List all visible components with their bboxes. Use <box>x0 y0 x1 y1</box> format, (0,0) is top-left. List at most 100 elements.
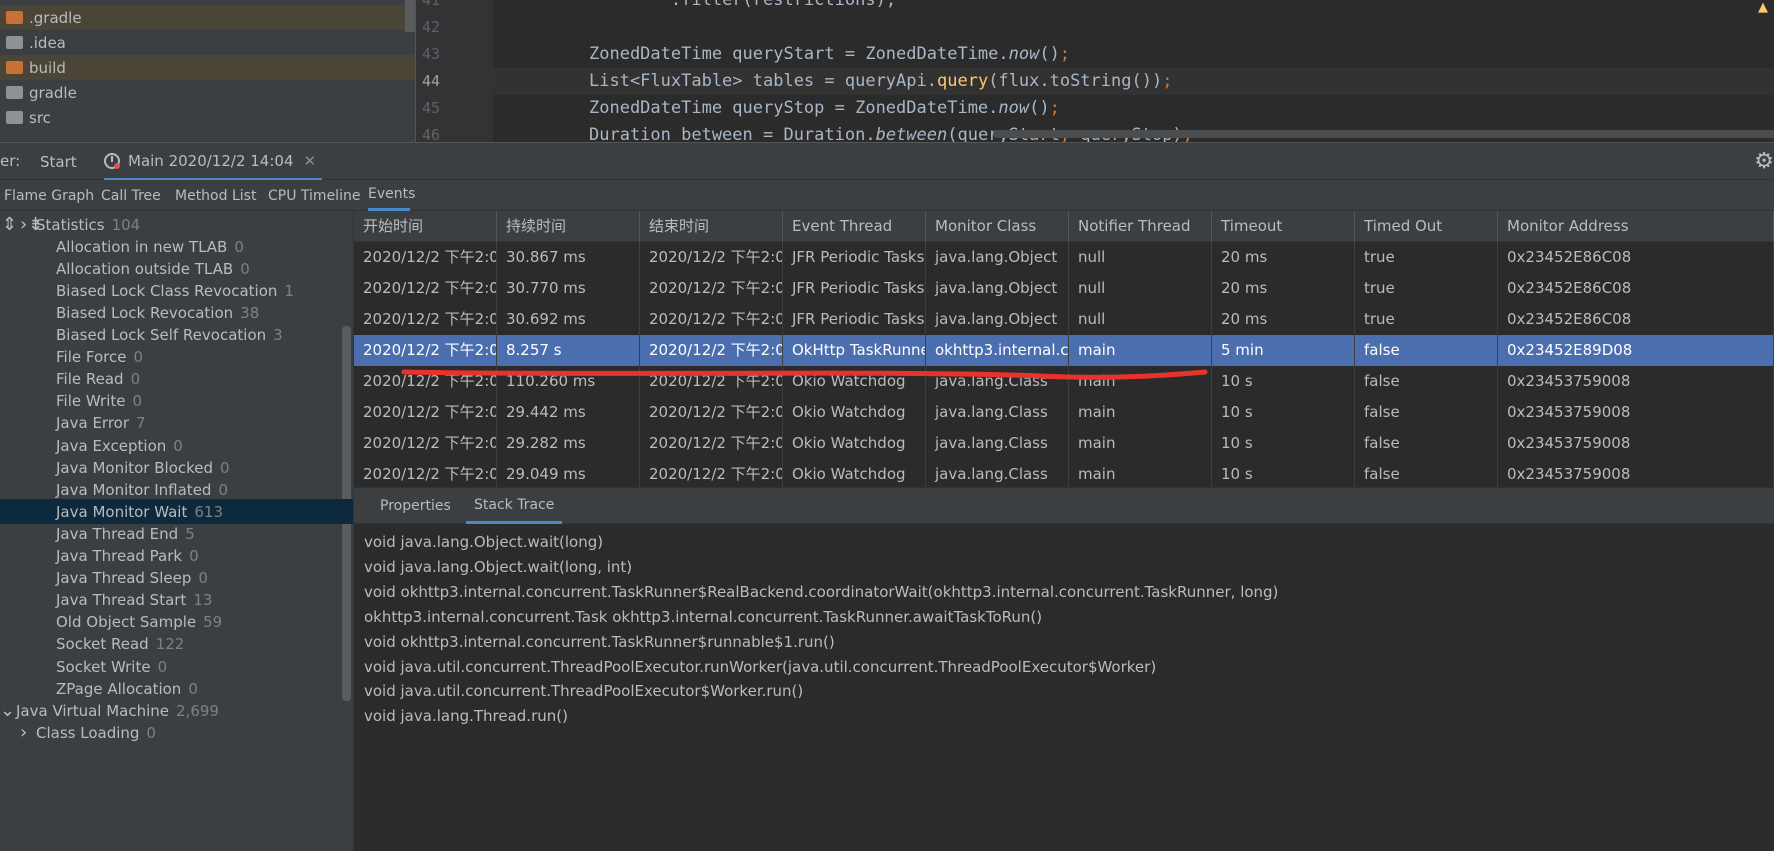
project-item[interactable]: src <box>0 105 415 130</box>
code-token: () <box>1029 98 1050 118</box>
table-row[interactable]: 2020/12/2 下午2:04:48.257 s2020/12/2 下午2:0… <box>354 335 1774 366</box>
table-cell: 29.049 ms <box>497 459 640 487</box>
chevron-right-icon[interactable]: › <box>20 214 32 235</box>
gear-icon[interactable]: ⚙ <box>1754 149 1774 174</box>
view-tab-label: Call Tree <box>101 187 161 204</box>
tree-item-count: 0 <box>220 458 230 477</box>
warning-icon[interactable]: ▲ <box>1758 0 1768 15</box>
table-row[interactable]: 2020/12/2 下午2:04:530.867 ms2020/12/2 下午2… <box>354 242 1774 273</box>
stack-frame[interactable]: void java.util.concurrent.ThreadPoolExec… <box>364 679 803 704</box>
tree-item-count: 1 <box>284 281 294 300</box>
tree-item-count: 0 <box>173 436 183 455</box>
table-cell: true <box>1355 304 1498 335</box>
stack-frame[interactable]: void okhttp3.internal.concurrent.TaskRun… <box>364 580 1278 605</box>
code-token: () <box>1039 44 1060 64</box>
tree-item-label: Socket Write <box>56 657 151 676</box>
table-row[interactable]: 2020/12/2 下午2:04:530.770 ms2020/12/2 下午2… <box>354 273 1774 304</box>
table-cell: java.lang.Class <box>926 366 1069 397</box>
code-line[interactable]: ZonedDateTime queryStop = ZonedDateTime.… <box>493 95 1774 122</box>
chevron-down-icon[interactable]: ⌄ <box>0 700 15 721</box>
stack-frame[interactable]: void java.lang.Object.wait(long) <box>364 530 603 555</box>
close-icon[interactable]: ✕ <box>303 152 316 170</box>
tree-item-label: Java Thread Park <box>56 547 183 565</box>
details-tab-properties[interactable]: Properties <box>372 488 459 524</box>
column-header[interactable]: 持续时间 <box>497 211 640 242</box>
table-cell: false <box>1355 366 1498 397</box>
stack-frame[interactable]: void java.util.concurrent.ThreadPoolExec… <box>364 655 1156 680</box>
view-tab-cpu-timeline[interactable]: CPU Timeline <box>268 180 360 211</box>
table-row[interactable]: 2020/12/2 下午2:04:429.442 ms2020/12/2 下午2… <box>354 397 1774 428</box>
editor-horizontal-scrollbar[interactable] <box>993 130 1774 138</box>
tree-item-count: 0 <box>198 569 208 588</box>
tree-item-count: 0 <box>132 392 143 411</box>
view-tab-call-tree[interactable]: Call Tree <box>101 180 161 211</box>
project-item[interactable]: build <box>0 55 415 80</box>
view-tab-label: Events <box>368 186 416 202</box>
view-tab-events[interactable]: Events <box>368 180 415 211</box>
profiler-view-tabs: Flame Graph Call Tree Method List CPU Timel… <box>0 180 1774 211</box>
tree-item-label: ZPage Allocation <box>56 679 182 698</box>
code-token: List<FluxTable> tables = queryApi. <box>589 71 937 91</box>
project-item[interactable]: .idea <box>0 30 415 55</box>
table-cell: 2020/12/2 下午2:04:4 <box>354 335 497 366</box>
code-token: ZonedDateTime queryStop = ZonedDateTime. <box>589 98 999 118</box>
project-scrollbar[interactable] <box>405 0 415 32</box>
table-cell: 110.260 ms <box>497 366 640 397</box>
stack-frame[interactable]: okhttp3.internal.concurrent.Task okhttp3… <box>364 605 1042 630</box>
column-header[interactable]: 结束时间 <box>640 211 783 242</box>
line-number: 42 <box>422 18 441 36</box>
tree-item[interactable]: › Class Loading 0 <box>0 720 353 745</box>
code-editor[interactable]: Duration between = Duration.between(quer… <box>493 0 1774 142</box>
column-header[interactable]: 开始时间 <box>354 211 497 242</box>
table-cell: 0x23452E86C08 <box>1498 304 1774 335</box>
tree-item-label: Java Thread End <box>56 524 179 543</box>
tree-item-label: Socket Read <box>56 635 149 654</box>
code-line[interactable]: ZonedDateTime queryStart = ZonedDateTime… <box>493 41 1774 68</box>
tab-start[interactable]: Start <box>40 143 77 181</box>
table-cell: null <box>1069 304 1212 335</box>
tree-item-count: 104 <box>111 215 141 234</box>
column-header[interactable]: Monitor Class <box>926 211 1069 242</box>
table-cell: 2020/12/2 下午2:04:4 <box>354 397 497 428</box>
code-line[interactable]: .filter(restrictions); <box>493 0 1774 14</box>
code-token: ; <box>1049 98 1060 118</box>
view-tab-method-list[interactable]: Method List <box>175 180 256 211</box>
table-cell: 10 s <box>1212 428 1355 459</box>
table-row[interactable]: 2020/12/2 下午2:04:4110.260 ms2020/12/2 下午… <box>354 366 1774 397</box>
table-row[interactable]: 2020/12/2 下午2:04:429.282 ms2020/12/2 下午2… <box>354 428 1774 459</box>
code-line[interactable] <box>493 14 1774 41</box>
project-item-label: src <box>29 108 51 127</box>
column-header[interactable]: Notifier Thread <box>1069 211 1212 242</box>
column-header[interactable]: Event Thread <box>783 211 926 242</box>
stack-frame[interactable]: void okhttp3.internal.concurrent.TaskRun… <box>364 630 835 655</box>
table-cell: 20 ms <box>1212 304 1355 335</box>
column-header[interactable]: Timed Out <box>1355 211 1498 242</box>
details-tab-stack-trace[interactable]: Stack Trace <box>466 488 563 524</box>
table-cell: 2020/12/2 下午2:04:4 <box>640 428 783 459</box>
table-cell: 0x23452E86C08 <box>1498 273 1774 304</box>
folder-icon <box>6 111 23 124</box>
details-tab-label: Properties <box>380 498 451 514</box>
view-tab-flame-graph[interactable]: Flame Graph <box>4 180 94 211</box>
table-row[interactable]: 2020/12/2 下午2:04:429.049 ms2020/12/2 下午2… <box>354 459 1774 487</box>
tree-item-label: Java Monitor Wait <box>56 502 188 521</box>
project-item-label: build <box>29 58 66 77</box>
table-cell: 0x23452E86C08 <box>1498 242 1774 273</box>
stack-frame[interactable]: void java.lang.Thread.run() <box>364 704 568 729</box>
stack-frame[interactable]: void java.lang.Object.wait(long, int) <box>364 555 632 580</box>
project-item[interactable]: gradle <box>0 80 415 105</box>
table-cell: main <box>1069 397 1212 428</box>
table-row[interactable]: 2020/12/2 下午2:04:530.692 ms2020/12/2 下午2… <box>354 304 1774 335</box>
tab-main-snapshot[interactable]: Main 2020/12/2 14:04 ✕ <box>104 143 323 181</box>
code-line[interactable]: List<FluxTable> tables = queryApi.query(… <box>493 68 1774 95</box>
view-tab-label: Method List <box>175 187 257 204</box>
table-cell: JFR Periodic Tasks <box>783 304 926 335</box>
table-cell: null <box>1069 242 1212 273</box>
column-header[interactable]: Timeout <box>1212 211 1355 242</box>
tree-item-count: 7 <box>136 414 146 433</box>
table-cell: 20 ms <box>1212 273 1355 304</box>
project-item[interactable]: .gradle <box>0 5 415 30</box>
column-header[interactable]: Monitor Address <box>1498 211 1774 242</box>
chevron-right-icon[interactable]: › <box>20 722 32 743</box>
code-token: now <box>998 98 1030 118</box>
